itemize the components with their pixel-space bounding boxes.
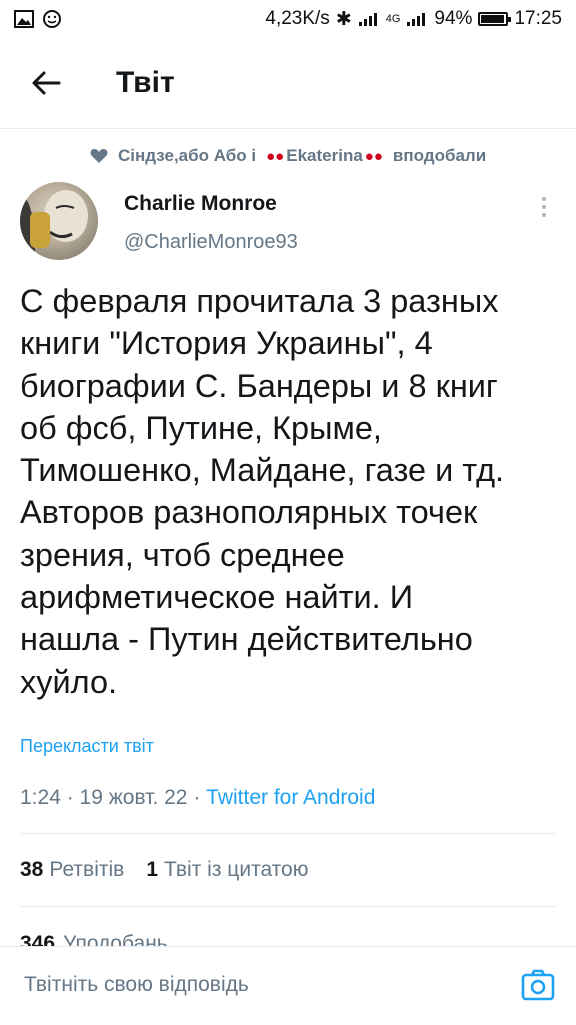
heart-icon bbox=[90, 149, 108, 163]
arrow-left-icon bbox=[32, 71, 61, 95]
back-button[interactable] bbox=[26, 63, 66, 103]
signal-icon bbox=[358, 13, 377, 26]
liked-by-row[interactable]: Сіндзе,або Або і ●● Ekaterina ●● вподоба… bbox=[90, 146, 486, 166]
cherry-icon: ●● bbox=[266, 147, 285, 165]
tweet-time: 1:24 bbox=[20, 786, 61, 809]
liked-by-name2-group: ●● Ekaterina ●● bbox=[266, 146, 383, 166]
more-dot bbox=[542, 197, 546, 201]
translate-tweet-link[interactable]: Перекласти твіт bbox=[20, 736, 154, 757]
bluetooth-icon: ✱ bbox=[335, 8, 352, 30]
tweet-meta: 1:24 · 19 жовт. 22 · Twitter for Android bbox=[20, 786, 375, 810]
top-app-bar: Твіт bbox=[0, 38, 576, 129]
retweets-count: 38 bbox=[20, 858, 44, 881]
quotes-count: 1 bbox=[146, 858, 158, 881]
network-speed: 4,23K/s bbox=[265, 8, 330, 29]
reply-input[interactable]: Твітніть свою відповідь bbox=[24, 973, 249, 997]
liked-by-suffix: вподобали bbox=[392, 146, 487, 165]
battery-icon bbox=[478, 12, 512, 26]
network-type: 4G bbox=[385, 13, 401, 25]
smiley-notification-icon bbox=[43, 10, 61, 28]
cherry-icon: ●● bbox=[364, 147, 383, 165]
author-handle[interactable]: @CharlieMonroe93 bbox=[124, 231, 298, 254]
meta-separator: · bbox=[66, 786, 80, 809]
reply-bar: Твітніть свою відповідь bbox=[0, 946, 576, 1025]
more-dot bbox=[542, 213, 546, 217]
status-bar-left bbox=[0, 9, 62, 29]
status-bar: 4,23K/s ✱ 4G 94% 17:25 bbox=[0, 0, 576, 38]
battery-percent: 94% bbox=[434, 8, 473, 29]
liked-by-names: Сіндзе,або Або і bbox=[118, 146, 257, 165]
page-title: Твіт bbox=[116, 66, 175, 99]
divider bbox=[20, 833, 556, 834]
quotes-label: Твіт із цитатою bbox=[164, 858, 309, 881]
clock: 17:25 bbox=[514, 8, 562, 29]
tweet-source[interactable]: Twitter for Android bbox=[206, 786, 375, 809]
tweet-stats: 38 Ретвітів 1 Твіт із цитатою bbox=[20, 858, 308, 882]
retweets-label: Ретвітів bbox=[49, 858, 125, 881]
camera-icon bbox=[521, 969, 555, 1001]
avatar-image bbox=[20, 190, 88, 260]
status-bar-right: 4,23K/s ✱ 4G 94% 17:25 bbox=[265, 8, 576, 31]
liked-by-name2: Ekaterina bbox=[286, 146, 363, 165]
author-name[interactable]: Charlie Monroe bbox=[124, 192, 277, 216]
tweet-date: 19 жовт. 22 bbox=[79, 786, 188, 809]
retweets-stat[interactable]: 38 Ретвітів bbox=[20, 858, 124, 882]
quotes-stat[interactable]: 1 Твіт із цитатою bbox=[146, 858, 308, 882]
signal-4g-icon bbox=[407, 13, 426, 26]
tweet-text: С февраля прочитала 3 разных книги "Исто… bbox=[20, 283, 505, 700]
more-dot bbox=[542, 205, 546, 209]
more-options-button[interactable] bbox=[532, 192, 556, 222]
meta-separator: · bbox=[193, 786, 207, 809]
battery-level bbox=[481, 15, 505, 23]
avatar[interactable] bbox=[20, 182, 98, 260]
camera-button[interactable] bbox=[520, 967, 556, 1003]
divider bbox=[20, 906, 556, 907]
image-notification-icon bbox=[14, 10, 34, 28]
